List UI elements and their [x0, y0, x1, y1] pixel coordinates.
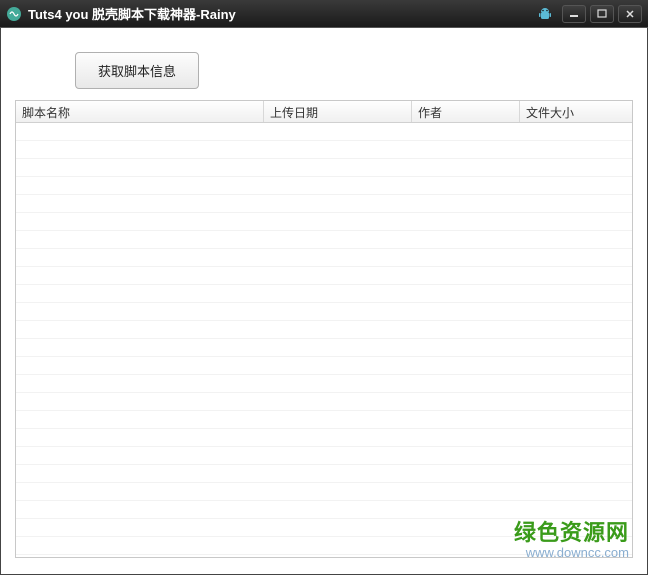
- table-row: [16, 393, 632, 411]
- table-row: [16, 375, 632, 393]
- table-row: [16, 195, 632, 213]
- table-row: [16, 213, 632, 231]
- table-row: [16, 483, 632, 501]
- table-row: [16, 123, 632, 141]
- table-row: [16, 267, 632, 285]
- column-author[interactable]: 作者: [412, 101, 520, 122]
- table-row: [16, 537, 632, 555]
- listview-body: [16, 123, 632, 557]
- maximize-button[interactable]: [590, 5, 614, 23]
- table-row: [16, 249, 632, 267]
- app-icon: [6, 6, 22, 22]
- titlebar: Tuts4 you 脱壳脚本下载神器-Rainy: [0, 0, 648, 28]
- table-row: [16, 159, 632, 177]
- listview-header: 脚本名称 上传日期 作者 文件大小: [16, 101, 632, 123]
- close-button[interactable]: [618, 5, 642, 23]
- window-controls: [562, 5, 642, 23]
- table-row: [16, 303, 632, 321]
- window-title: Tuts4 you 脱壳脚本下载神器-Rainy: [28, 4, 536, 23]
- table-row: [16, 339, 632, 357]
- table-row: [16, 429, 632, 447]
- fetch-script-info-button[interactable]: 获取脚本信息: [75, 52, 199, 89]
- table-row: [16, 231, 632, 249]
- table-row: [16, 177, 632, 195]
- table-row: [16, 501, 632, 519]
- table-row: [16, 141, 632, 159]
- script-listview[interactable]: 脚本名称 上传日期 作者 文件大小: [15, 100, 633, 558]
- column-script-name[interactable]: 脚本名称: [16, 101, 264, 122]
- android-icon: [536, 5, 554, 23]
- table-row: [16, 519, 632, 537]
- window-body: 获取脚本信息 脚本名称 上传日期 作者 文件大小: [0, 28, 648, 575]
- table-row: [16, 357, 632, 375]
- table-row: [16, 447, 632, 465]
- minimize-button[interactable]: [562, 5, 586, 23]
- column-upload-date[interactable]: 上传日期: [264, 101, 412, 122]
- table-row: [16, 411, 632, 429]
- toolbar: 获取脚本信息: [15, 40, 633, 100]
- table-row: [16, 321, 632, 339]
- table-row: [16, 285, 632, 303]
- column-file-size[interactable]: 文件大小: [520, 101, 632, 122]
- table-row: [16, 465, 632, 483]
